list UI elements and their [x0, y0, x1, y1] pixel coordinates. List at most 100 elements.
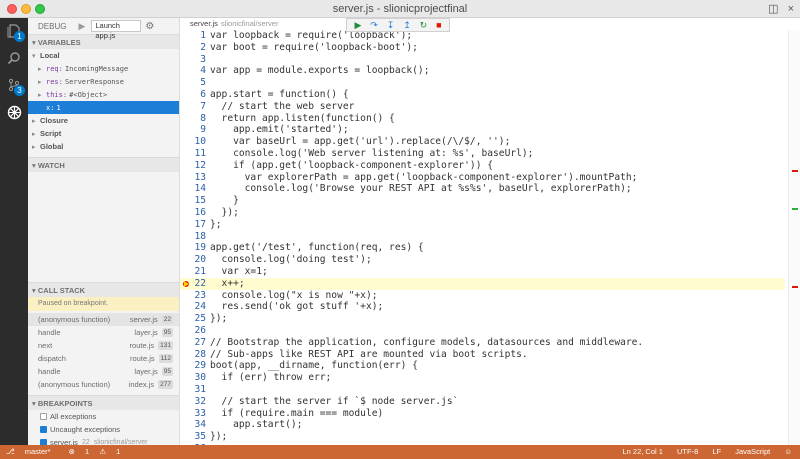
explorer-icon[interactable]: 1 — [0, 18, 28, 44]
close-editor-icon[interactable]: × — [788, 3, 794, 15]
split-editor-icon[interactable]: ◫ — [768, 3, 778, 15]
code-text[interactable]: if (require.main === module) — [210, 408, 384, 419]
step-over-icon[interactable]: ↷ — [370, 20, 378, 30]
encoding[interactable]: UTF-8 — [677, 447, 698, 456]
code-line[interactable]: 1 var loopback = require('loopback'); — [180, 30, 785, 42]
line-ending[interactable]: LF — [712, 447, 721, 456]
code-text[interactable]: } — [210, 195, 239, 206]
code-line[interactable]: 34 app.start(); — [180, 419, 785, 431]
code-line[interactable]: 12 if (app.get('loopback-component-explo… — [180, 160, 785, 172]
code-line[interactable]: 24 res.send('ok got stuff '+x); — [180, 301, 785, 313]
code-line[interactable]: 5 — [180, 77, 785, 89]
code-line[interactable]: 28 // Sub-apps like REST API are mounted … — [180, 349, 785, 361]
code-line[interactable]: 14 console.log('Browse your REST API at … — [180, 183, 785, 195]
code-text[interactable]: var baseUrl = app.get('url').replace(/\/… — [210, 136, 510, 147]
step-out-icon[interactable]: ↥ — [403, 20, 411, 30]
code-line[interactable]: 16 }); — [180, 207, 785, 219]
code-line[interactable]: 11 console.log('Web server listening at:… — [180, 148, 785, 160]
search-icon[interactable] — [0, 45, 28, 71]
stack-frame[interactable]: dispatch route.js 112 — [28, 352, 179, 365]
language-mode[interactable]: JavaScript — [735, 447, 770, 456]
code-text[interactable]: }); — [210, 207, 239, 218]
editor-tab[interactable]: server.js slionicfinal/server — [180, 18, 800, 30]
code-text[interactable]: }; — [210, 219, 222, 230]
git-icon[interactable]: 3 — [0, 72, 28, 98]
code-line[interactable]: 23 console.log("x is now "+x); — [180, 290, 785, 302]
code-text[interactable]: res.send('ok got stuff '+x); — [210, 301, 384, 312]
code-text[interactable]: var x=1; — [210, 266, 268, 277]
launch-config-select[interactable]: Launch app.js — [91, 20, 142, 40]
debug-icon[interactable] — [0, 99, 28, 125]
code-line[interactable]: 8 return app.listen(function() { — [180, 113, 785, 125]
code-text[interactable]: x++; — [210, 278, 245, 289]
code-line[interactable]: 26 — [180, 325, 785, 337]
code-text[interactable]: if (app.get('loopback-component-explorer… — [210, 160, 493, 171]
code-lines[interactable]: 1 var loopback = require('loopback'); 2 var… — [180, 30, 785, 445]
variable-row[interactable]: ▸ res: ServerResponse — [28, 75, 179, 88]
code-text[interactable]: }); — [210, 313, 227, 324]
variable-row[interactable]: ▸ req: IncomingMessage — [28, 62, 179, 75]
code-line[interactable]: 20 console.log('doing test'); — [180, 254, 785, 266]
code-line[interactable]: 25}); — [180, 313, 785, 325]
stack-frame[interactable]: (anonymous function) server.js 22 — [28, 313, 179, 326]
code-text[interactable]: }); — [210, 431, 227, 442]
stack-frame[interactable]: handle layer.js 95 — [28, 365, 179, 378]
code-line[interactable]: 22 x++; — [180, 277, 785, 290]
code-line[interactable]: 29 boot(app, __dirname, function(err) { — [180, 360, 785, 372]
code-line[interactable]: 31 — [180, 384, 785, 396]
editor-scrollbar[interactable] — [788, 30, 800, 445]
call-stack-header[interactable]: ▾ CALL STACK — [28, 282, 179, 297]
smiley-icon[interactable]: ☺ — [784, 447, 792, 456]
code-line[interactable]: 4 var app = module.exports = loopback(); — [180, 65, 785, 77]
code-text[interactable]: var app = module.exports = loopback(); — [210, 65, 430, 76]
code-line[interactable]: 30 if (err) throw err; — [180, 372, 785, 384]
code-text[interactable]: app.start = function() { — [210, 89, 349, 100]
scope-global[interactable]: ▸ Global — [28, 140, 179, 153]
code-editor[interactable]: server.js slionicfinal/server 1 var loopba… — [180, 18, 800, 445]
code-text[interactable]: return app.listen(function() { — [210, 113, 395, 124]
checkbox[interactable] — [40, 426, 47, 433]
step-into-icon[interactable]: ↧ — [387, 20, 395, 30]
code-line[interactable]: 18 — [180, 231, 785, 243]
code-text[interactable]: if (err) throw err; — [210, 372, 332, 383]
scope-script[interactable]: ▸ Script — [28, 127, 179, 140]
code-line[interactable]: 3 — [180, 54, 785, 66]
breakpoint-uncaught-exceptions[interactable]: Uncaught exceptions — [28, 423, 179, 436]
variable-row[interactable]: ▸ this: #<Object> — [28, 88, 179, 101]
code-line[interactable]: 9 app.emit('started'); — [180, 124, 785, 136]
code-text[interactable]: // Sub-apps like REST API are mounted vi… — [210, 349, 528, 360]
variable-row-selected[interactable]: x: 1 — [28, 101, 179, 114]
code-text[interactable]: var explorerPath = app.get('loopback-com… — [210, 172, 638, 183]
breakpoint-all-exceptions[interactable]: All exceptions — [28, 410, 179, 423]
stack-frame[interactable]: handle layer.js 95 — [28, 326, 179, 339]
code-text[interactable]: boot(app, __dirname, function(err) { — [210, 360, 418, 371]
watch-header[interactable]: ▾ WATCH — [28, 157, 179, 172]
code-text[interactable]: // start the web server — [210, 101, 355, 112]
branch-indicator[interactable]: ⎇ master* — [6, 447, 59, 456]
code-text[interactable]: app.start(); — [210, 419, 302, 430]
restart-icon[interactable]: ↻ — [420, 20, 428, 30]
code-text[interactable]: app.get('/test', function(req, res) { — [210, 242, 424, 253]
code-line[interactable]: 19 app.get('/test', function(req, res) { — [180, 242, 785, 254]
code-line[interactable]: 21 var x=1; — [180, 266, 785, 278]
code-line[interactable]: 27 // Bootstrap the application, configur… — [180, 337, 785, 349]
start-debugging-icon[interactable]: ▶ — [78, 21, 85, 32]
code-text[interactable]: console.log('Web server listening at: %s… — [210, 148, 533, 159]
code-line[interactable]: 10 var baseUrl = app.get('url').replace(… — [180, 136, 785, 148]
code-text[interactable]: console.log('doing test'); — [210, 254, 372, 265]
breakpoint-server-js[interactable]: server.js 22 slionicfinal/server — [28, 436, 179, 445]
code-line[interactable]: 6 app.start = function() { — [180, 89, 785, 101]
stop-icon[interactable]: ■ — [436, 20, 441, 30]
code-line[interactable]: 35}); — [180, 431, 785, 443]
code-text[interactable]: console.log("x is now "+x); — [210, 290, 378, 301]
scope-local[interactable]: ▾ Local — [28, 49, 179, 62]
breakpoints-header[interactable]: ▾ BREAKPOINTS — [28, 395, 179, 410]
code-line[interactable]: 2 var boot = require('loopback-boot'); — [180, 42, 785, 54]
code-line[interactable]: 33 if (require.main === module) — [180, 408, 785, 420]
stack-frame[interactable]: next route.js 131 — [28, 339, 179, 352]
code-text[interactable]: app.emit('started'); — [210, 124, 349, 135]
code-line[interactable]: 7 // start the web server — [180, 101, 785, 113]
code-text[interactable]: // Bootstrap the application, configure … — [210, 337, 643, 348]
code-line[interactable]: 32 // start the server if `$ node server… — [180, 396, 785, 408]
code-text[interactable]: var boot = require('loopback-boot'); — [210, 42, 418, 53]
